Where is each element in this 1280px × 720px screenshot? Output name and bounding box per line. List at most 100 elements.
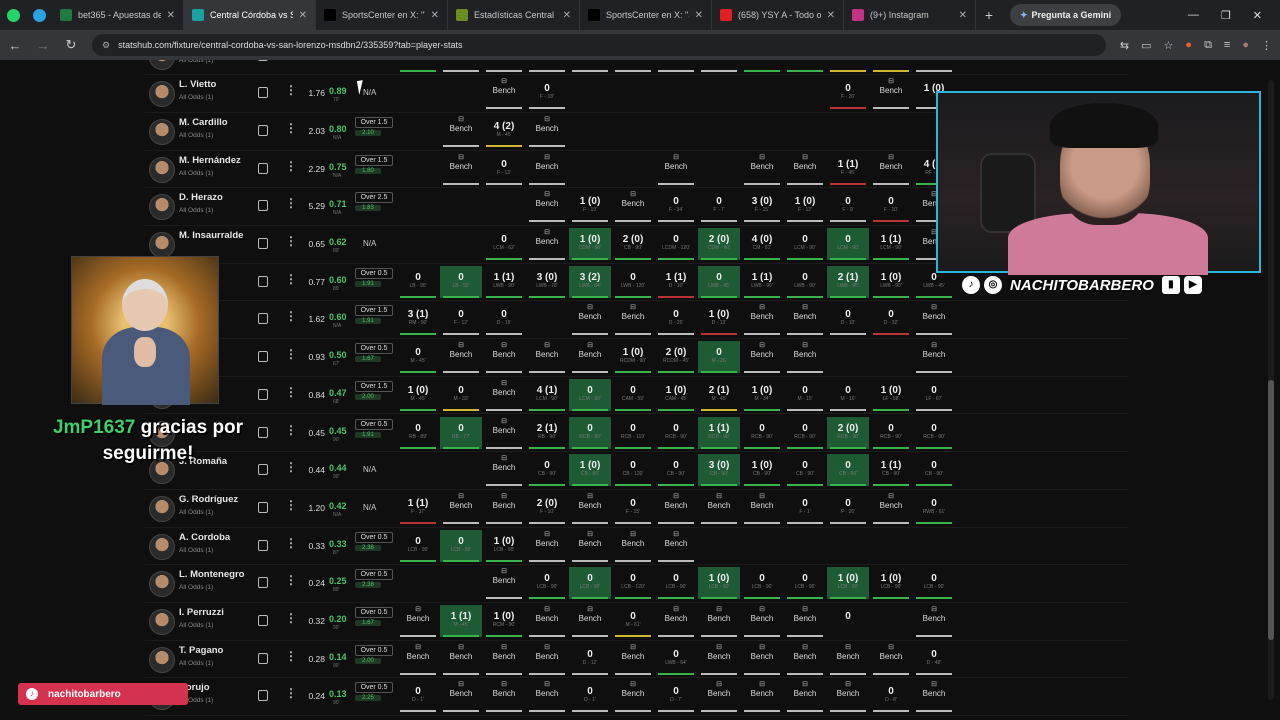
- match-cell[interactable]: 1 (0) CB - 90': [741, 454, 783, 487]
- betting-line[interactable]: Over 0.5 1.91: [355, 267, 393, 287]
- match-cell[interactable]: 0 LCM - 90': [784, 228, 826, 260]
- betting-line[interactable]: Over 0.5 2.38: [355, 569, 393, 589]
- player-row[interactable]: Corujo All Odds (1) ⋮ 0.24 0.13 90' Over …: [145, 678, 1128, 717]
- match-cell[interactable]: 0D - 1': [569, 680, 611, 713]
- match-cell[interactable]: 2 (0) F - 10': [526, 492, 568, 524]
- match-cell[interactable]: 1 (0) LWB - 90': [870, 266, 912, 298]
- match-cell[interactable]: 2 (1) RB - 90': [526, 417, 568, 449]
- match-cell[interactable]: 0F - 1': [784, 492, 826, 524]
- match-cell[interactable]: 0 LCB - 90': [569, 567, 611, 600]
- player-odds-link[interactable]: All Odds (1): [179, 94, 213, 101]
- match-cell[interactable]: 0M - 26': [698, 341, 740, 374]
- player-row[interactable]: L. Montenegro All Odds (1) ⋮ 0.24 0.25 8…: [145, 565, 1128, 603]
- match-cell[interactable]: 0 LCB - 90': [440, 529, 482, 562]
- betting-line[interactable]: Over 0.5 1.91: [355, 418, 393, 438]
- copy-icon[interactable]: [258, 615, 268, 626]
- match-cell[interactable]: 1 (0) F - 19': [569, 190, 611, 223]
- close-tab-icon[interactable]: ✕: [431, 10, 439, 21]
- match-cell[interactable]: 4 (2) M - 45': [483, 115, 525, 147]
- match-cell[interactable]: 0D - 12': [569, 643, 611, 675]
- match-cell[interactable]: ⊟Bench: [440, 60, 482, 72]
- match-cell[interactable]: 0D - 48': [913, 643, 955, 675]
- match-cell[interactable]: 0: [827, 605, 869, 637]
- match-cell[interactable]: ⊟Bench: [612, 643, 654, 675]
- minimize-icon[interactable]: —: [1188, 9, 1199, 22]
- match-cell[interactable]: 0 LCB - 90': [526, 567, 568, 600]
- match-cell[interactable]: ⊟Bench: [483, 60, 525, 72]
- match-cell[interactable]: 3 (2) LWB - 84': [569, 265, 611, 298]
- gemini-button[interactable]: ✦ Pregunta a Gemini: [1010, 4, 1122, 26]
- menu-kebab-icon[interactable]: ⋮: [1261, 39, 1272, 52]
- betting-line[interactable]: Over 0.5 2.25: [355, 682, 393, 702]
- match-cell[interactable]: ⊟Bench: [483, 680, 525, 713]
- match-cell[interactable]: 0 CB - 120': [612, 454, 654, 487]
- match-cell[interactable]: ⊟Bench: [784, 303, 826, 336]
- player-name[interactable]: L. Vietto: [179, 79, 216, 90]
- match-cell[interactable]: 1 (0) M - 45': [397, 379, 439, 411]
- player-odds-link[interactable]: All Odds (1): [179, 622, 213, 629]
- match-cell[interactable]: ⊟Bench: [483, 379, 525, 411]
- match-cell[interactable]: 1 (1) F - 45': [827, 153, 869, 185]
- back-icon[interactable]: ←: [8, 38, 22, 53]
- more-options-icon[interactable]: ⋮: [285, 234, 297, 248]
- copy-icon[interactable]: [258, 652, 268, 664]
- match-cell[interactable]: 0M - 15': [784, 379, 826, 411]
- copy-icon[interactable]: [258, 464, 268, 476]
- match-cell[interactable]: 2 (0) CDM - 90': [698, 228, 740, 260]
- scrollbar-thumb[interactable]: [1268, 380, 1274, 640]
- betting-line[interactable]: Over 0.5 1.67: [355, 607, 393, 626]
- match-cell[interactable]: ⊟Bench: [870, 492, 912, 524]
- match-cell[interactable]: 2 (0) RCDM - 45': [655, 341, 697, 374]
- match-cell[interactable]: ⊟Bench: [741, 680, 783, 713]
- match-cell[interactable]: ⊟Bench: [612, 190, 654, 223]
- player-row[interactable]: I. Perruzzi All Odds (1) ⋮ 0.32 0.20 90'…: [145, 603, 1128, 641]
- telegram-pinned-tab[interactable]: [26, 0, 52, 30]
- match-cell[interactable]: ⊟Bench: [483, 77, 525, 110]
- player-odds-link[interactable]: All Odds (1): [179, 547, 213, 554]
- copy-icon[interactable]: [258, 577, 268, 589]
- match-cell[interactable]: ⊟Bench: [483, 454, 525, 487]
- match-cell[interactable]: 0 LWB - 64': [655, 643, 697, 675]
- player-name[interactable]: L. Montenegro: [179, 569, 244, 580]
- match-cell[interactable]: ⊟Bench: [440, 341, 482, 374]
- match-cell[interactable]: ⊟Bench: [483, 341, 525, 374]
- match-cell[interactable]: 0 RCB - 90': [913, 417, 955, 449]
- browser-tab[interactable]: Central Córdoba vs San ✕: [184, 0, 316, 30]
- copy-icon[interactable]: [258, 162, 268, 174]
- new-tab-button[interactable]: +: [976, 7, 1002, 23]
- match-cell[interactable]: ⊟Bench: [913, 680, 955, 713]
- match-cell[interactable]: 0F - 9': [827, 190, 869, 223]
- match-cell[interactable]: 0 CB - 90': [526, 454, 568, 487]
- match-cell[interactable]: ⊟Bench: [741, 492, 783, 524]
- match-cell[interactable]: 0D - 8': [870, 680, 912, 713]
- match-cell[interactable]: 0F - 26': [827, 492, 869, 524]
- more-options-icon[interactable]: ⋮: [285, 83, 297, 97]
- close-tab-icon[interactable]: ✕: [299, 10, 307, 21]
- match-cell[interactable]: 2 (1) LWB - 85': [827, 265, 869, 298]
- more-options-icon[interactable]: ⋮: [285, 573, 297, 587]
- cast-icon[interactable]: ▭: [1141, 39, 1151, 52]
- match-cell[interactable]: 1 (1) LCM - 90': [870, 228, 912, 260]
- player-name[interactable]: M. Cardillo: [179, 117, 228, 128]
- close-tab-icon[interactable]: ✕: [695, 10, 703, 21]
- match-cell[interactable]: 2 (0) CB - 90': [612, 228, 654, 260]
- match-cell[interactable]: 1 (0) CDM - 90': [569, 228, 611, 260]
- copy-icon[interactable]: [258, 200, 268, 212]
- match-cell[interactable]: 0 LWB - 45': [698, 265, 740, 298]
- match-cell[interactable]: ⊟Bench: [397, 643, 439, 675]
- match-cell[interactable]: 1 (0) LCB - 90': [827, 567, 869, 600]
- whatsapp-pinned-tab[interactable]: [0, 0, 26, 30]
- extensions-icon[interactable]: ⧉: [1204, 39, 1212, 52]
- player-odds-link[interactable]: All Odds (1): [179, 170, 213, 177]
- match-cell[interactable]: 0 LCM - 90': [569, 378, 611, 411]
- match-cell[interactable]: 0 LCB - 90': [741, 567, 783, 600]
- player-name[interactable]: A. Cordoba: [179, 532, 230, 543]
- match-cell[interactable]: 0 LWB - 120': [612, 266, 654, 298]
- match-cell[interactable]: 1 (0) LCB - 90': [870, 567, 912, 600]
- match-cell[interactable]: 1 (0) CB - 90': [569, 454, 611, 487]
- match-cell[interactable]: 0 LCM - 90': [827, 228, 869, 260]
- more-options-icon[interactable]: ⋮: [285, 272, 297, 286]
- match-cell[interactable]: 1 (1) LWB - 90': [741, 266, 783, 298]
- match-cell[interactable]: ⊟Bench: [698, 680, 740, 713]
- site-info-icon[interactable]: ⚙: [102, 40, 110, 51]
